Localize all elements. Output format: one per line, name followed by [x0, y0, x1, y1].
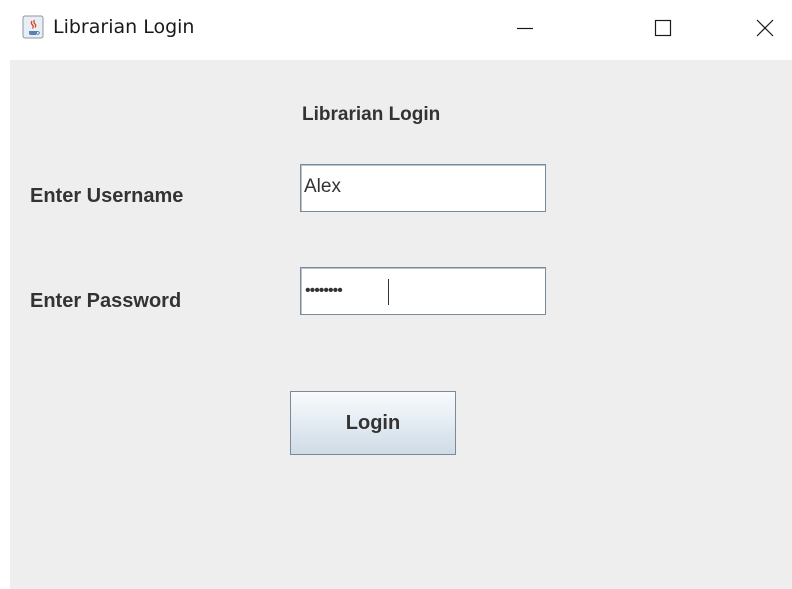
minimize-icon — [517, 27, 533, 30]
minimize-button[interactable] — [496, 8, 554, 48]
maximize-icon — [654, 19, 672, 37]
password-masked-value: •••••••• — [305, 282, 343, 299]
login-button[interactable]: Login — [290, 391, 456, 455]
password-field[interactable]: •••••••• — [300, 267, 546, 315]
title-bar[interactable]: Librarian Login — [0, 0, 792, 60]
username-field[interactable]: Alex — [300, 164, 546, 212]
username-value: Alex — [304, 176, 341, 197]
close-button[interactable] — [736, 8, 792, 48]
java-cup-icon — [22, 15, 44, 39]
password-label: Enter Password — [30, 290, 182, 312]
form-heading: Librarian Login — [302, 104, 441, 125]
maximize-button[interactable] — [634, 8, 692, 48]
close-icon — [756, 19, 774, 37]
login-panel: Librarian Login Enter Username Alex Ente… — [10, 60, 792, 589]
login-window: Librarian Login Librarian Login Enter Us… — [0, 0, 792, 589]
window-title: Librarian Login — [53, 16, 195, 38]
username-label: Enter Username — [30, 185, 184, 207]
text-caret — [388, 279, 389, 305]
